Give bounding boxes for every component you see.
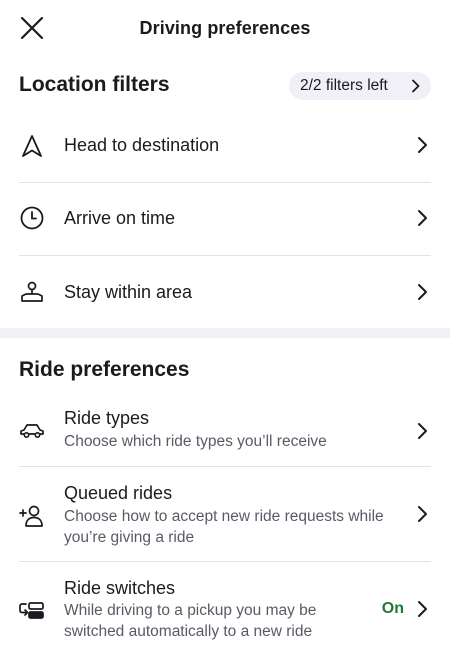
row-label: Head to destination: [64, 135, 220, 155]
row-arrive-on-time[interactable]: Arrive on time: [0, 183, 450, 255]
chevron-right-icon: [418, 423, 427, 439]
car-icon: [19, 418, 45, 444]
row-label: Stay within area: [64, 282, 193, 302]
filters-left-label: 2/2 filters left: [300, 77, 388, 94]
add-person-icon: [19, 503, 45, 529]
section-separator: [0, 328, 450, 338]
row-description: Choose how to accept new ride requests w…: [64, 508, 384, 546]
header: Driving preferences: [0, 0, 450, 58]
row-description: Choose which ride types you’ll receive: [64, 433, 327, 450]
filters-left-pill[interactable]: 2/2 filters left: [289, 72, 431, 100]
chevron-right-icon: [418, 601, 427, 617]
chevron-right-icon: [418, 210, 427, 226]
chevron-right-icon: [418, 506, 427, 522]
row-label: Ride types: [64, 408, 150, 428]
row-label: Ride switches: [64, 578, 176, 598]
row-description: While driving to a pickup you may be swi…: [64, 602, 317, 640]
row-stay-within-area[interactable]: Stay within area: [0, 256, 450, 328]
row-head-to-destination[interactable]: Head to destination: [0, 110, 450, 182]
map-pin-area-icon: [19, 279, 45, 305]
chevron-right-icon: [418, 137, 427, 153]
page-title: Driving preferences: [139, 18, 311, 38]
navigation-arrow-icon: [19, 133, 45, 159]
row-label: Queued rides: [64, 483, 173, 503]
chevron-right-icon: [418, 284, 427, 300]
ride-preferences-title: Ride preferences: [19, 358, 190, 381]
row-ride-switches[interactable]: Ride switches While driving to a pickup …: [0, 562, 450, 656]
location-filters-title: Location filters: [19, 73, 170, 96]
clock-icon: [19, 205, 45, 231]
row-queued-rides[interactable]: Queued rides Choose how to accept new ri…: [0, 467, 450, 561]
status-on-label: On: [381, 600, 404, 617]
switch-car-icon: [19, 597, 45, 623]
row-ride-types[interactable]: Ride types Choose which ride types you’l…: [0, 398, 450, 466]
row-label: Arrive on time: [64, 208, 176, 228]
chevron-right-icon: [412, 79, 420, 93]
